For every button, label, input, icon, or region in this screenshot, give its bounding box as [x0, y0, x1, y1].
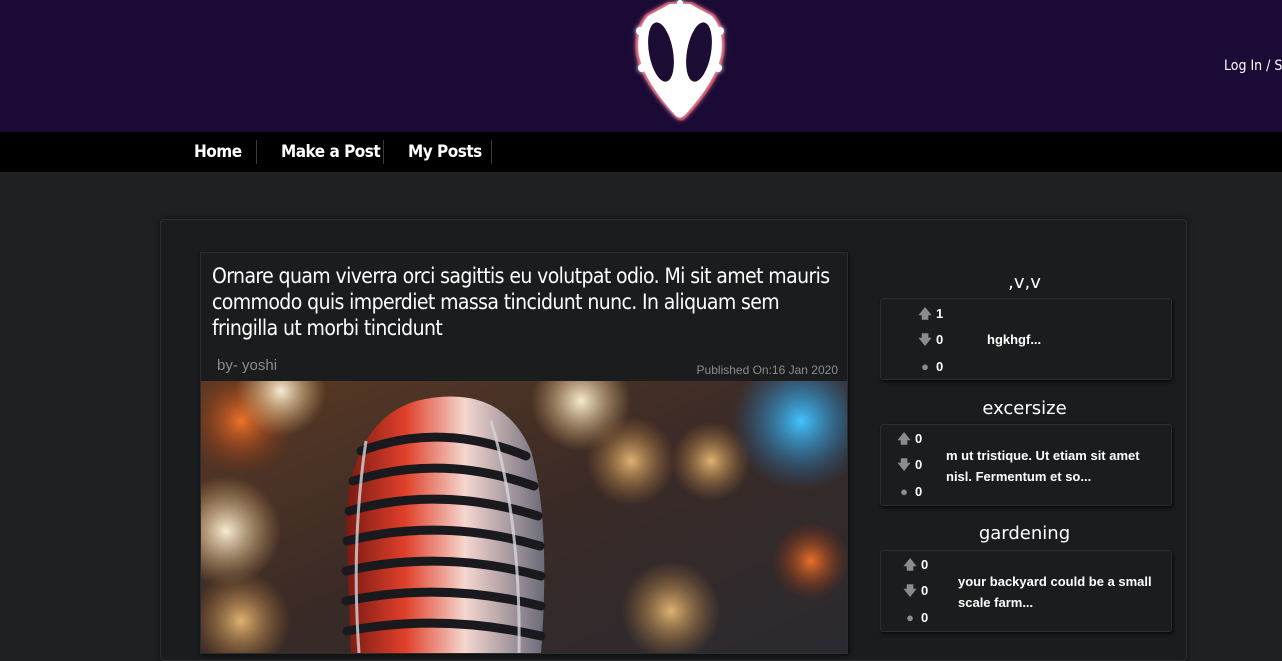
arrow-down-icon[interactable]: 🡇 [897, 457, 911, 473]
arrow-down-icon[interactable]: 🡇 [918, 332, 932, 348]
comment-bubble-icon: ● [921, 359, 929, 374]
featured-post-author: by- yoshi [217, 357, 278, 374]
login-signup-link[interactable]: Log In / Sig [1224, 58, 1282, 74]
upvote-count[interactable]: 🡅 1 [918, 306, 943, 322]
sidebar-post-card[interactable]: 🡅 1 🡇 0 ● 0 hgkhgf... [880, 298, 1172, 380]
comment-count: ● 0 [897, 484, 922, 500]
nav-divider [256, 140, 257, 164]
sidebar-post-excerpt: hgkhgf... [987, 332, 1042, 347]
nav-divider [491, 140, 492, 164]
nav-home[interactable]: Home [194, 132, 242, 172]
nav-make-a-post[interactable]: Make a Post [281, 132, 381, 172]
main-nav: Home Make a Post My Posts [0, 132, 1282, 172]
sidebar-post-title[interactable]: excersize [878, 398, 1171, 419]
comment-count: ● 0 [903, 610, 928, 626]
site-header: Log In / Sig [0, 0, 1282, 132]
arrow-down-icon[interactable]: 🡇 [903, 583, 917, 599]
arrow-up-icon[interactable]: 🡅 [918, 306, 932, 322]
featured-post-date: Published On:16 Jan 2020 [696, 363, 838, 377]
sidebar-post-card[interactable]: 🡅 0 🡇 0 ● 0 m ut tristique. Ut etiam sit am… [880, 424, 1172, 506]
sidebar-post-title[interactable]: gardening [878, 523, 1171, 544]
microphone-photo [201, 381, 847, 653]
nav-divider [383, 140, 384, 164]
downvote-count[interactable]: 🡇 0 [903, 583, 928, 599]
featured-post-image[interactable] [201, 381, 847, 653]
downvote-count[interactable]: 🡇 0 [897, 457, 922, 473]
comment-count: ● 0 [918, 359, 943, 375]
sidebar-post-card[interactable]: 🡅 0 🡇 0 ● 0 your backyard could be a small … [880, 550, 1172, 632]
featured-post-card[interactable]: Ornare quam viverra orci sagittis eu vol… [200, 252, 848, 654]
arrow-up-icon[interactable]: 🡅 [903, 557, 917, 573]
featured-post-title[interactable]: Ornare quam viverra orci sagittis eu vol… [212, 263, 842, 341]
sidebar-post-excerpt: your backyard could be a small scale far… [958, 574, 1152, 610]
upvote-count[interactable]: 🡅 0 [903, 557, 928, 573]
nav-my-posts[interactable]: My Posts [408, 132, 482, 172]
sidebar-post-title[interactable]: ,v,v [878, 272, 1171, 293]
sidebar-post-excerpt: m ut tristique. Ut etiam sit amet nisl. … [946, 448, 1140, 484]
alien-head-logo-icon[interactable] [630, 0, 730, 125]
downvote-count[interactable]: 🡇 0 [918, 332, 943, 348]
arrow-up-icon[interactable]: 🡅 [897, 431, 911, 447]
upvote-count[interactable]: 🡅 0 [897, 431, 922, 447]
comment-bubble-icon: ● [900, 484, 908, 499]
comment-bubble-icon: ● [906, 610, 914, 625]
